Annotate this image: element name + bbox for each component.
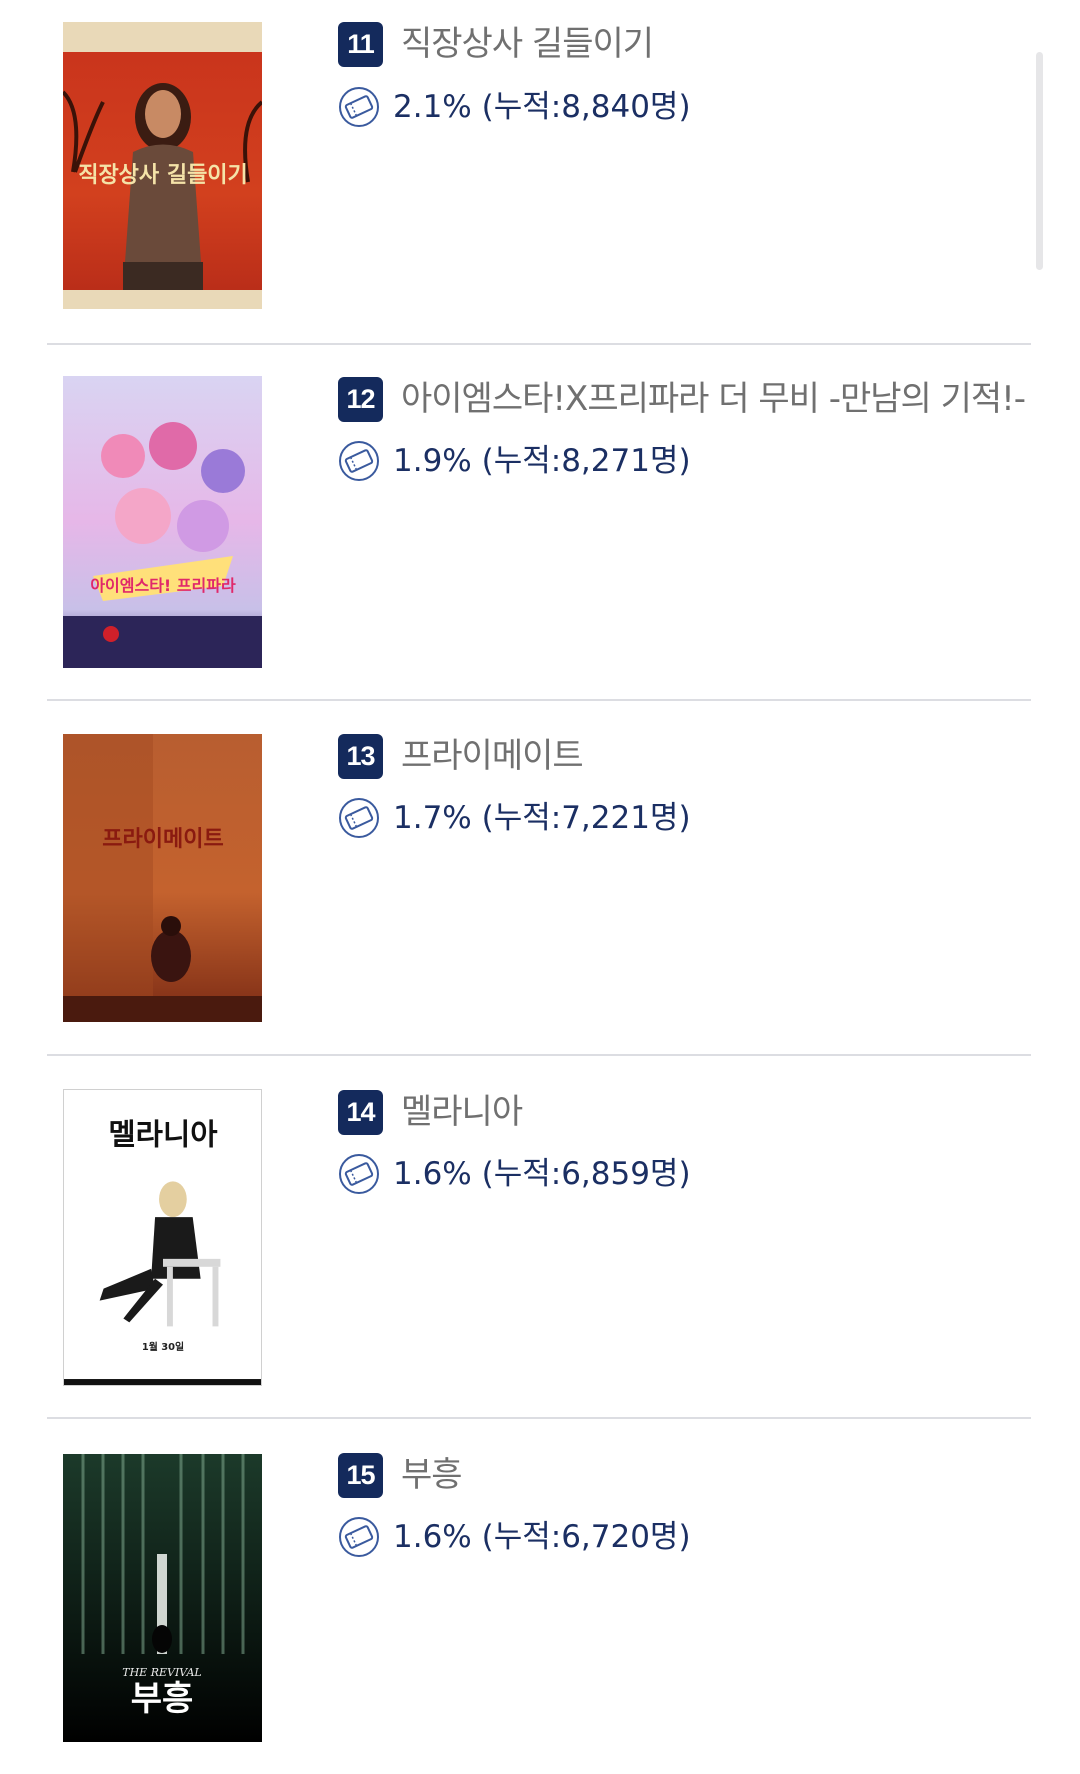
audience-share: 1.6% (누적:6,720명) — [393, 1519, 691, 1555]
poster-title: 직장상사 길들이기 — [78, 163, 248, 188]
divider — [47, 1054, 1031, 1056]
divider — [47, 699, 1031, 701]
poster-date: 1월 30일 — [142, 1340, 184, 1353]
divider — [47, 1417, 1031, 1419]
ticket-icon — [338, 86, 380, 128]
ticket-icon — [338, 797, 380, 839]
rank-badge: 11 — [338, 22, 383, 67]
rank-badge: 14 — [338, 1090, 383, 1135]
movie-title[interactable]: 부흥 — [401, 1453, 463, 1498]
ticket-icon — [338, 1153, 380, 1195]
movie-poster[interactable]: 아이엠스타! 프리파라 — [63, 376, 262, 668]
audience-share: 1.6% (누적:6,859명) — [393, 1156, 691, 1192]
movie-poster[interactable]: 멜라니아 1월 30일 — [63, 1089, 262, 1386]
poster-title: 멜라니아 — [108, 1118, 218, 1153]
ticket-icon — [338, 440, 380, 482]
movie-title[interactable]: 직장상사 길들이기 — [401, 22, 654, 67]
audience-share: 1.7% (누적:7,221명) — [393, 800, 691, 836]
scrollbar[interactable] — [1036, 52, 1043, 270]
ticket-icon — [338, 1516, 380, 1558]
rank-badge: 13 — [338, 734, 383, 779]
movie-poster[interactable]: 직장상사 길들이기 — [63, 22, 262, 309]
rank-badge: 15 — [338, 1453, 383, 1498]
movie-poster[interactable]: 프라이메이트 — [63, 734, 262, 1022]
poster-title: 프라이메이트 — [102, 827, 223, 852]
poster-title: 아이엠스타! 프리파라 — [90, 576, 236, 595]
movie-title[interactable]: 아이엠스타!X프리파라 더 무비 -만남의 기적!- — [401, 377, 1026, 422]
movie-poster[interactable]: THE REVIVAL 부흥 — [63, 1454, 262, 1742]
audience-share: 2.1% (누적:8,840명) — [393, 89, 691, 125]
audience-share: 1.9% (누적:8,271명) — [393, 443, 691, 479]
movie-title[interactable]: 프라이메이트 — [401, 734, 584, 779]
rank-badge: 12 — [338, 377, 383, 422]
poster-title: 부흥 — [131, 1679, 194, 1719]
divider — [47, 343, 1031, 345]
poster-subtitle: THE REVIVAL — [122, 1666, 202, 1679]
movie-title[interactable]: 멜라니아 — [401, 1090, 523, 1135]
